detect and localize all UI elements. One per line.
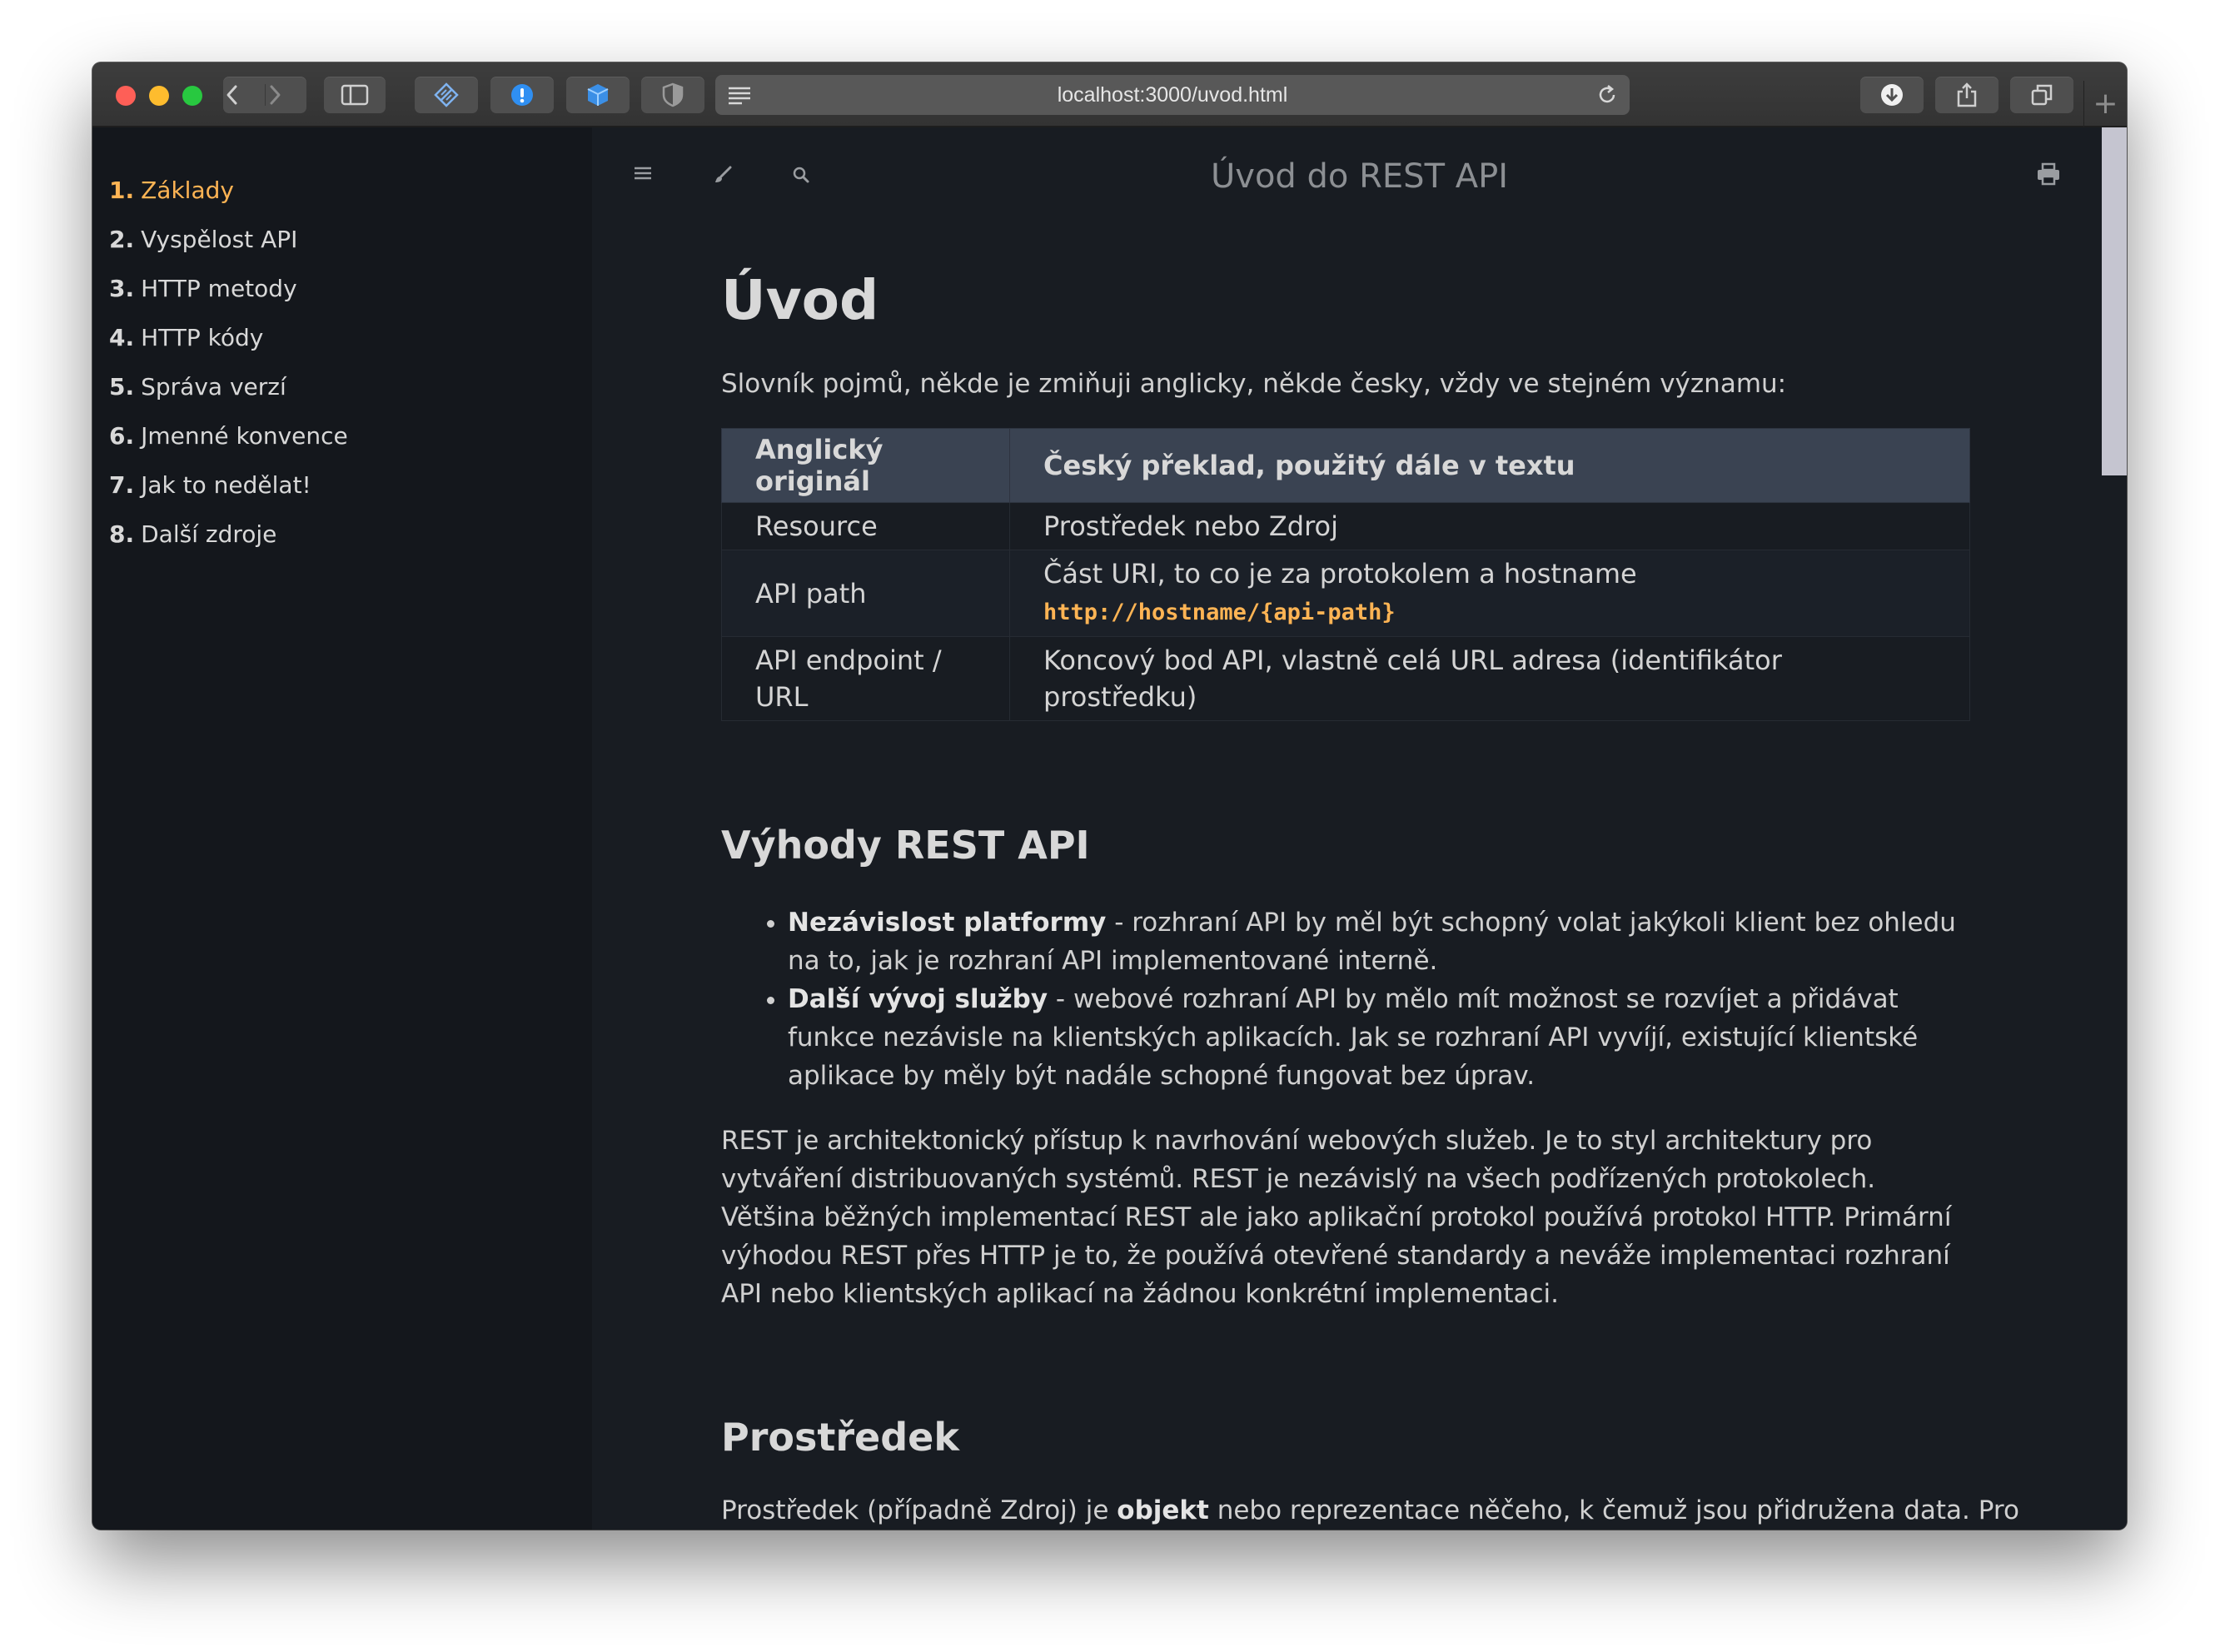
- table-cell-text: Část URI, to co je za protokolem a hostn…: [1043, 558, 1637, 590]
- list-item: Nezávislost platformy - rozhraní API by …: [788, 903, 1970, 980]
- toc-list: 1. Základy 2. Vyspělost API 3. HTTP metody …: [92, 127, 592, 559]
- toc-item-number: 3.: [109, 275, 135, 302]
- intro-paragraph: Slovník pojmů, někde je zmiňuji anglicky…: [721, 369, 1787, 400]
- toc-item-number: 8.: [109, 520, 135, 548]
- inline-code: http://hostname/{api-path}: [1043, 600, 1396, 626]
- toc-item-zaklady[interactable]: 1. Základy: [92, 166, 592, 215]
- box-icon: [585, 82, 610, 107]
- url-text[interactable]: localhost:3000/uvod.html: [715, 75, 1630, 115]
- resource-text-end: nebo reprezentace něčeho, k čemuž jsou p…: [1208, 1495, 2019, 1525]
- toc-item-jak-to-nedelat[interactable]: 7. Jak to nedělat!: [92, 460, 592, 510]
- sidebar-toggle-icon: [341, 84, 369, 106]
- download-icon: [1879, 82, 1904, 107]
- table-cell: Koncový bod API, vlastně celá URL adresa…: [1009, 636, 1970, 722]
- sidebar-toggle-button[interactable]: [324, 77, 386, 113]
- section-heading-advantages: Výhody REST API: [721, 823, 1090, 868]
- table-cell: Resource: [721, 502, 1010, 551]
- extension-icon: [434, 82, 459, 107]
- table-cell: API path: [721, 550, 1010, 638]
- shield-icon: [662, 82, 684, 107]
- main-content-area: Úvod do REST API Úvod Slovník pojmů, něk…: [592, 127, 2127, 1530]
- resource-text-bold: objekt: [1117, 1495, 1209, 1525]
- zoom-window-button[interactable]: [182, 86, 202, 106]
- browser-toolbar: localhost:3000/uvod.html +: [92, 62, 2127, 127]
- rest-paragraph: REST je architektonický přístup k navrho…: [721, 1126, 1952, 1310]
- table-row: Resource Prostředek nebo Zdroj: [721, 502, 1970, 551]
- list-item: Další vývoj služby - webové rozhraní API…: [788, 980, 1970, 1095]
- minimize-window-button[interactable]: [149, 86, 169, 106]
- page-heading: Úvod: [721, 268, 879, 332]
- table-row: API endpoint / URL Koncový bod API, vlas…: [721, 636, 1970, 722]
- table-row: API path Část URI, to co je za protokole…: [721, 550, 1970, 638]
- info-icon: [510, 82, 535, 107]
- new-tab-icon[interactable]: +: [2083, 81, 2127, 127]
- toc-item-label: Jak to nedělat!: [141, 471, 311, 499]
- scrollbar-track[interactable]: [2102, 127, 2127, 1530]
- glossary-table: Anglický originál Český překlad, použitý…: [721, 428, 1970, 722]
- book-title: Úvod do REST API: [1211, 157, 1508, 196]
- list-item-term: Další vývoj služby: [788, 984, 1048, 1015]
- toc-item-http-metody[interactable]: 3. HTTP metody: [92, 264, 592, 313]
- toc-item-dalsi-zdroje[interactable]: 8. Další zdroje: [92, 510, 592, 559]
- toc-item-number: 5.: [109, 373, 135, 401]
- box-extension-button[interactable]: [566, 77, 630, 113]
- back-forward-group: [223, 77, 306, 113]
- toc-item-label: Základy: [141, 177, 234, 204]
- table-cell-with-code: Část URI, to co je za protokolem a hostn…: [1009, 550, 1970, 638]
- shield-extension-button[interactable]: [641, 77, 704, 113]
- forward-icon[interactable]: [265, 84, 306, 106]
- downloads-button[interactable]: [1860, 77, 1924, 113]
- toc-item-sprava-verzi[interactable]: 5. Správa verzí: [92, 362, 592, 411]
- back-icon[interactable]: [223, 84, 265, 106]
- print-icon[interactable]: [2036, 162, 2061, 189]
- toc-item-label: Další zdroje: [141, 520, 277, 548]
- table-header-cell: Český překlad, použitý dále v textu: [1009, 428, 1970, 504]
- book-menu-bar: Úvod do REST API: [592, 127, 2127, 211]
- list-item-term: Nezávislost platformy: [788, 908, 1107, 938]
- browser-window: localhost:3000/uvod.html + 1. Základy 2.…: [92, 62, 2127, 1530]
- page-content: Úvod Slovník pojmů, někde je zmiňuji ang…: [721, 244, 2019, 1530]
- scrollbar-thumb[interactable]: [2102, 127, 2127, 475]
- toc-item-number: 4.: [109, 324, 135, 351]
- toc-item-number: 7.: [109, 471, 135, 499]
- toc-item-vyspelost-api[interactable]: 2. Vyspělost API: [92, 215, 592, 264]
- table-header-row: Anglický originál Český překlad, použitý…: [721, 428, 1970, 504]
- table-header-cell: Anglický originál: [721, 428, 1010, 504]
- address-bar[interactable]: localhost:3000/uvod.html: [715, 75, 1630, 115]
- resource-paragraph: Prostředek (případně Zdroj) je objekt ne…: [721, 1491, 2019, 1530]
- reload-icon[interactable]: [1596, 84, 1618, 109]
- toc-item-number: 2.: [109, 226, 135, 253]
- toc-item-jmenne-konvence[interactable]: 6. Jmenné konvence: [92, 411, 592, 460]
- table-cell: API endpoint / URL: [721, 636, 1010, 722]
- toc-item-label: Jmenné konvence: [141, 422, 348, 450]
- tabs-icon: [2030, 83, 2053, 107]
- table-cell: Prostředek nebo Zdroj: [1009, 502, 1970, 551]
- info-extension-button[interactable]: [490, 77, 554, 113]
- advantages-list: Nezávislost platformy - rozhraní API by …: [721, 903, 1970, 1095]
- toc-item-label: HTTP kódy: [141, 324, 264, 351]
- toc-item-label: HTTP metody: [141, 275, 297, 302]
- toc-sidebar: 1. Základy 2. Vyspělost API 3. HTTP metody …: [92, 127, 592, 1530]
- toc-item-label: Vyspělost API: [141, 226, 298, 253]
- extension-button[interactable]: [415, 77, 478, 113]
- share-icon: [1956, 82, 1978, 108]
- share-button[interactable]: [1935, 77, 1998, 113]
- toc-item-label: Správa verzí: [141, 373, 286, 401]
- resource-text-start: Prostředek (případně Zdroj) je: [721, 1495, 1117, 1525]
- close-window-button[interactable]: [116, 86, 136, 106]
- toc-item-number: 1.: [109, 177, 135, 204]
- toc-item-http-kody[interactable]: 4. HTTP kódy: [92, 313, 592, 362]
- toc-item-number: 6.: [109, 422, 135, 450]
- section-heading-resource: Prostředek: [721, 1415, 959, 1460]
- tab-overview-button[interactable]: [2010, 77, 2073, 113]
